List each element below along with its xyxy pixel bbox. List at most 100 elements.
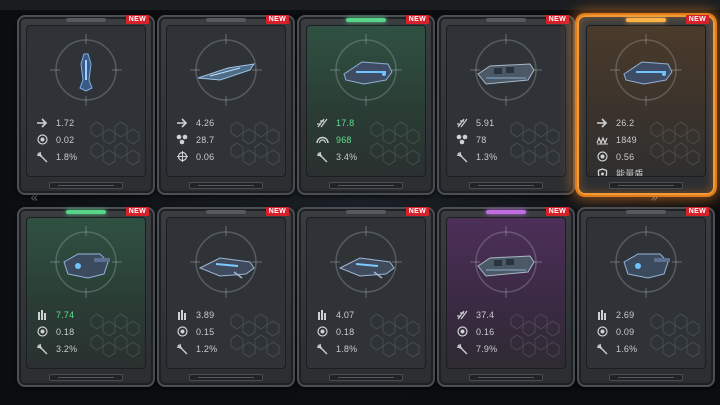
rarity-indicator: [626, 210, 666, 214]
card-bottom-bar: [469, 374, 543, 381]
stat-row: 3.2%: [35, 340, 145, 357]
ship-card[interactable]: 5.91 78 1.3% NEW: [437, 15, 575, 195]
stat-row: 0.06: [175, 148, 285, 165]
new-badge: NEW: [545, 207, 569, 216]
ammo-icon: [175, 309, 189, 321]
new-badge: NEW: [265, 15, 289, 24]
stat-list: 4.07 0.18 1.8%: [315, 306, 425, 357]
ammo-icon: [315, 309, 329, 321]
ship-vertical-icon: [54, 52, 118, 92]
stat-row: 1.8%: [315, 340, 425, 357]
cluster-icon: [175, 134, 189, 146]
stat-value: 28.7: [196, 134, 215, 145]
stat-value: 0.02: [56, 134, 75, 145]
missile-icon: [315, 343, 329, 355]
stat-row: 0.15: [175, 323, 285, 340]
ship-card[interactable]: 4.26 28.7 0.06 NEW: [157, 15, 295, 195]
ship-card[interactable]: 37.4 0.16 7.9% NEW: [437, 207, 575, 387]
crosshair-icon: [175, 151, 189, 163]
card-panel: 2.69 0.09 1.6%: [586, 217, 706, 369]
stat-value: 2.69: [616, 309, 635, 320]
card-bottom-bar: [49, 182, 123, 189]
stat-value: 0.15: [196, 326, 215, 337]
stat-row: 26.2: [595, 114, 705, 131]
ship-card[interactable]: 4.07 0.18 1.8% NEW: [297, 207, 435, 387]
ship-fighter-icon: [614, 52, 678, 92]
card-panel: 7.74 0.18 3.2%: [26, 217, 146, 369]
stat-row: 能量盾: [595, 165, 705, 176]
shield-icon: [595, 167, 609, 176]
new-badge: NEW: [125, 207, 149, 216]
new-badge: NEW: [405, 15, 429, 24]
stat-row: 17.8: [315, 114, 425, 131]
stat-value: 0.18: [56, 326, 75, 337]
dome-icon: [315, 134, 329, 146]
rarity-indicator: [346, 18, 386, 22]
target-icon: [595, 151, 609, 163]
rarity-indicator: [346, 210, 386, 214]
rarity-indicator: [626, 18, 666, 22]
stat-value: 4.26: [196, 117, 215, 128]
target-icon: [35, 326, 49, 338]
top-strip: [0, 0, 720, 10]
stat-row: 7.9%: [455, 340, 565, 357]
bolt-icon: [455, 309, 469, 321]
stat-value: 1.72: [56, 117, 75, 128]
arrow-icon: [35, 117, 49, 129]
stat-value: 0.16: [476, 326, 495, 337]
bolt-icon: [315, 117, 329, 129]
new-badge: NEW: [685, 207, 709, 216]
stat-value: 78: [476, 134, 487, 145]
stat-row: 0.56: [595, 148, 705, 165]
stat-row: 1.8%: [35, 148, 145, 165]
ship-card[interactable]: 3.89 0.15 1.2% NEW: [157, 207, 295, 387]
ship-card[interactable]: 26.2 1849 0.56 能量盾 NEW: [577, 15, 715, 195]
target-icon: [595, 326, 609, 338]
stat-value: 0.56: [616, 151, 635, 162]
stat-value: 0.06: [196, 151, 215, 162]
ship-card[interactable]: 7.74 0.18 3.2% NEW: [17, 207, 155, 387]
stat-row: 0.16: [455, 323, 565, 340]
stat-list: 4.26 28.7 0.06: [175, 114, 285, 165]
ship-card-grid: 1.72 0.02 1.8% NEW 4.26 28.7 0.06 NEW 17.8 968 3.4…: [17, 15, 717, 395]
ship-card[interactable]: 2.69 0.09 1.6% NEW: [577, 207, 715, 387]
target-icon: [175, 326, 189, 338]
bolt-icon: [455, 117, 469, 129]
rarity-indicator: [486, 210, 526, 214]
card-bottom-bar: [329, 374, 403, 381]
stat-value: 0.09: [616, 326, 635, 337]
ship-wing-icon: [194, 244, 258, 284]
cluster-icon: [455, 134, 469, 146]
ship-card[interactable]: 17.8 968 3.4% NEW: [297, 15, 435, 195]
rarity-indicator: [206, 210, 246, 214]
stat-value: 17.8: [336, 117, 355, 128]
stat-list: 5.91 78 1.3%: [455, 114, 565, 165]
card-bottom-bar: [329, 182, 403, 189]
card-panel: 4.26 28.7 0.06: [166, 25, 286, 177]
stat-value: 4.07: [336, 309, 355, 320]
stat-row: 1.3%: [455, 148, 565, 165]
stat-row: 1.6%: [595, 340, 705, 357]
stat-value: 3.2%: [56, 343, 78, 354]
ship-long-icon: [194, 52, 258, 92]
new-badge: NEW: [685, 15, 709, 24]
stat-value: 3.89: [196, 309, 215, 320]
card-panel: 3.89 0.15 1.2%: [166, 217, 286, 369]
rarity-indicator: [66, 18, 106, 22]
missile-icon: [35, 343, 49, 355]
ship-cruiser-icon: [474, 244, 538, 284]
stat-list: 26.2 1849 0.56 能量盾: [595, 114, 705, 176]
stat-value: 3.4%: [336, 151, 358, 162]
stat-row: 0.02: [35, 131, 145, 148]
ship-gunship-icon: [614, 244, 678, 284]
ship-gunship-icon: [54, 244, 118, 284]
stat-row: 0.18: [35, 323, 145, 340]
ammo-icon: [35, 309, 49, 321]
stat-row: 4.26: [175, 114, 285, 131]
ship-card[interactable]: 1.72 0.02 1.8% NEW: [17, 15, 155, 195]
stat-value: 7.74: [56, 309, 75, 320]
stat-value: 1.8%: [336, 343, 358, 354]
arrow-icon: [175, 117, 189, 129]
stat-value: 5.91: [476, 117, 495, 128]
stat-list: 2.69 0.09 1.6%: [595, 306, 705, 357]
